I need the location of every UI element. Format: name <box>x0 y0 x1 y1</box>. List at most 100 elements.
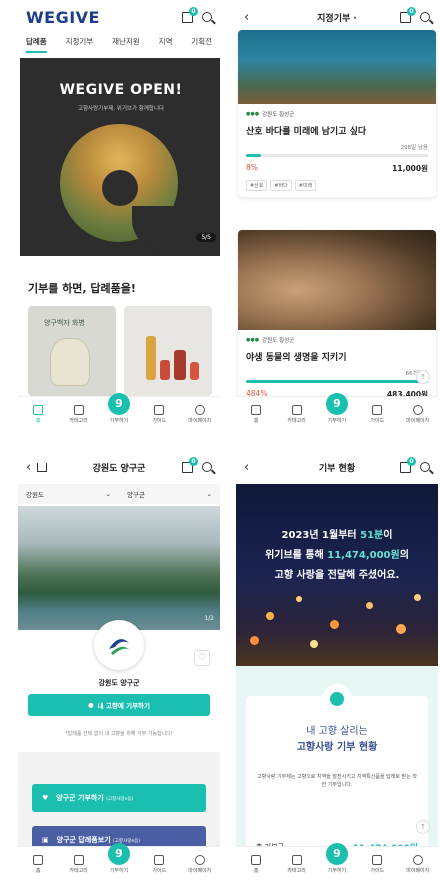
cart-icon[interactable]: 0 <box>182 6 198 23</box>
nav-home-label: 홈 <box>253 868 259 874</box>
menu-icon <box>291 405 302 415</box>
hero-banner[interactable]: WEGIVE OPEN! 고향사랑기부제, 위기브가 함께합니다 5/5 <box>20 58 220 256</box>
wegive-logo[interactable]: WEGIVE <box>26 8 100 27</box>
tag[interactable]: #산호 <box>246 180 268 191</box>
county-donate-label: 양구군 기부하기 (고향사랑e음) <box>56 794 134 802</box>
nav-mypage[interactable]: 마이페이지 <box>400 405 436 424</box>
headline-line1: 2023년 1월부터 51분이 <box>281 530 393 541</box>
search-icon[interactable] <box>202 462 212 472</box>
hero-subtitle: 고향사랑기부제, 위기브가 함께합니다 <box>77 106 165 112</box>
scroll-top-button[interactable]: ↑ <box>416 370 430 384</box>
donate-pin-icon: 9 <box>325 393 348 415</box>
heart-icon[interactable]: ♡ <box>194 650 210 666</box>
nav-category[interactable]: 카테고리 <box>279 405 315 424</box>
region-photo[interactable]: 1/2 <box>18 506 220 630</box>
nav-donate-label: 기부하기 <box>109 868 129 874</box>
nav-guide[interactable]: 가이드 <box>359 855 395 874</box>
tab-disaster[interactable]: 재난지원 <box>112 36 140 53</box>
status-box <box>246 696 428 846</box>
status-screen: ‹ 기부 현황 0 2023년 1월부터 51분이 위기브를 통해 11,474… <box>236 452 438 876</box>
menu-icon <box>73 855 84 865</box>
donation-card[interactable]: ●●●강원도 횡성군 야생 동물의 생명을 지키기 667일 남 484%483… <box>238 230 436 406</box>
tab-special[interactable]: 기획전 <box>191 36 212 53</box>
cart-icon[interactable]: 0 <box>400 456 416 473</box>
search-icon[interactable] <box>420 12 430 22</box>
nav-donate[interactable]: 9 기부하기 <box>319 393 355 424</box>
menu-icon <box>73 405 84 415</box>
county-donate-button[interactable]: ♥ 양구군 기부하기 (고향사랑e음) <box>32 784 206 812</box>
back-icon[interactable]: ‹ <box>244 11 249 24</box>
bottle-image <box>174 350 186 380</box>
tag[interactable]: #미래 <box>294 180 317 191</box>
bottom-nav: 홈 카테고리 9 기부하기 가이드 마이페이지 <box>236 393 438 426</box>
nav-guide-label: 가이드 <box>370 418 385 424</box>
raised-amount: 11,000원 <box>392 164 428 173</box>
nav-donate[interactable]: 9 기부하기 <box>319 843 355 874</box>
tab-gifts[interactable]: 답례품 <box>26 36 47 53</box>
region-screen: ‹ 강원도 양구군 0 강원도 ⌄ 양구군 ⌄ 1/2 ♡ 강원도 양구군 ● 내 고… <box>18 452 220 876</box>
donate-hometown-button[interactable]: ● 내 고향에 기부하기 <box>28 694 210 716</box>
lantern <box>250 636 259 645</box>
hero-logo-hole <box>102 170 138 206</box>
cart-icon[interactable]: 0 <box>182 456 198 473</box>
county-gifts-label: 양구군 답례품보기 (고향사랑e음) <box>56 836 141 844</box>
home-top-bar: WEGIVE 0 <box>18 2 220 32</box>
search-icon[interactable] <box>202 12 212 22</box>
designated-screen: ‹ 지정기부 · 0 ●●● 강원도 횡성군 산호 바다를 미래에 남기고 싶다 … <box>236 2 438 426</box>
nav-guide[interactable]: 가이드 <box>359 405 395 424</box>
back-icon[interactable]: ‹ <box>26 461 31 474</box>
back-icon[interactable]: ‹ <box>244 461 249 474</box>
hero-page-count: 5/5 <box>196 233 216 242</box>
pin-icon <box>322 684 352 714</box>
nav-guide[interactable]: 가이드 <box>141 855 177 874</box>
lantern <box>310 640 318 648</box>
gift-card-bottles[interactable] <box>124 306 212 396</box>
nav-home[interactable]: 홈 <box>238 405 274 424</box>
emblem-icon <box>109 639 129 655</box>
nav-home[interactable]: 홈 <box>20 855 56 874</box>
donation-note: *답례품 선택 없이 내 고향을 위해 기부 가능합니다! <box>65 731 173 737</box>
days-left: 667일 남 <box>405 371 428 377</box>
nav-donate-label: 기부하기 <box>327 868 347 874</box>
county-name: 강원도 양구군 <box>98 679 140 687</box>
nav-donate[interactable]: 9 기부하기 <box>101 843 137 874</box>
region-label: ●●● 강원도 횡성군 <box>246 337 295 344</box>
chevron-down-icon: ⌄ <box>105 490 111 498</box>
search-icon[interactable] <box>420 462 430 472</box>
nav-category[interactable]: 카테고리 <box>61 855 97 874</box>
nav-guide[interactable]: 가이드 <box>141 405 177 424</box>
days-left: 298일 남음 <box>400 145 428 151</box>
nav-mypage[interactable]: 마이페이지 <box>182 405 218 424</box>
tag-list: #산호 #바다 #미래 <box>246 180 428 191</box>
donation-card[interactable]: ●●● 강원도 횡성군 산호 바다를 미래에 남기고 싶다 298일 남음 8% 1… <box>238 30 436 197</box>
nav-home-label: 홈 <box>253 418 259 424</box>
nav-donate[interactable]: 9 기부하기 <box>101 393 137 424</box>
cart-icon[interactable]: 0 <box>400 6 416 23</box>
nav-home[interactable]: 홈 <box>20 405 56 424</box>
home-icon <box>251 405 262 415</box>
nav-mypage[interactable]: 마이페이지 <box>182 855 218 874</box>
province-value: 강원도 <box>26 491 44 499</box>
nav-home[interactable]: 홈 <box>238 855 274 874</box>
nav-guide-label: 가이드 <box>370 868 385 874</box>
home-icon[interactable] <box>37 462 48 472</box>
tag[interactable]: #바다 <box>270 180 292 191</box>
nav-category-label: 카테고리 <box>287 418 306 424</box>
hero-logo-tail <box>132 206 178 250</box>
nav-category-label: 카테고리 <box>69 868 88 874</box>
tab-designated[interactable]: 지정기부 <box>66 36 94 53</box>
bottom-nav: 홈 카테고리 9 기부하기 가이드 마이페이지 <box>236 843 438 876</box>
progress-fill <box>246 380 428 383</box>
gift-card-vase[interactable]: 양구백자 화병 <box>28 306 116 396</box>
progress-percent: 8% <box>246 163 258 172</box>
province-select[interactable]: 강원도 ⌄ <box>18 484 119 504</box>
nav-category[interactable]: 카테고리 <box>61 405 97 424</box>
scroll-top-button[interactable]: ↑ <box>416 820 430 834</box>
lantern <box>414 594 421 601</box>
tab-region[interactable]: 지역 <box>159 36 173 53</box>
county-select[interactable]: 양구군 ⌄ <box>119 484 220 504</box>
status-top-bar: ‹ 기부 현황 0 <box>236 452 438 482</box>
panel-title-2: 고향사랑 기부 현황 <box>296 742 378 753</box>
nav-category[interactable]: 카테고리 <box>279 855 315 874</box>
nav-mypage[interactable]: 마이페이지 <box>400 855 436 874</box>
